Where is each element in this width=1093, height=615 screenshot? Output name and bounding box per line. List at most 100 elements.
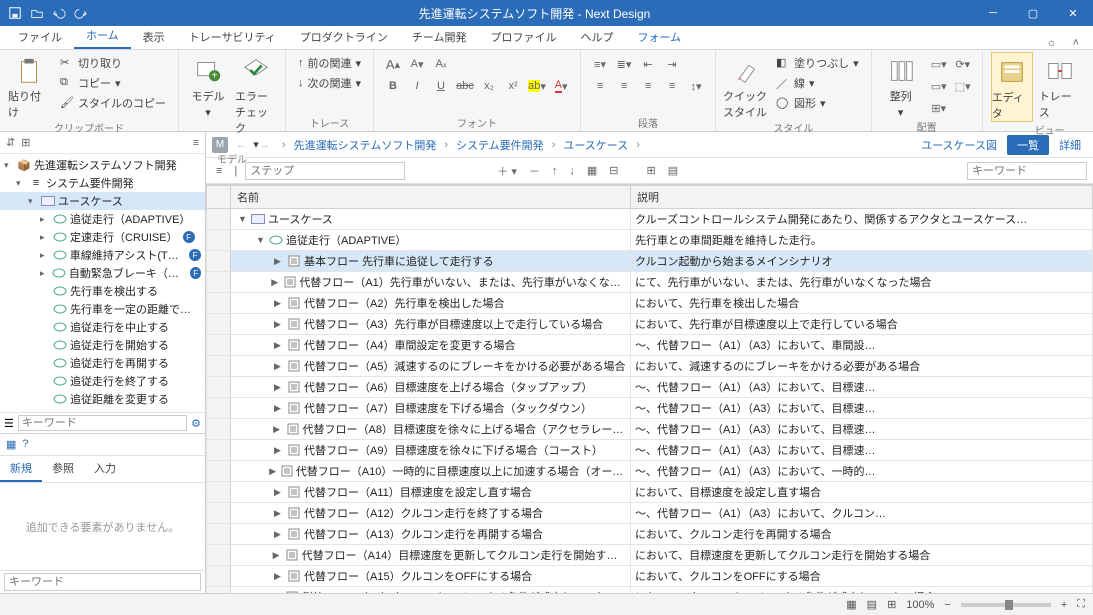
align-right-button[interactable]: ≡: [637, 76, 659, 96]
row-handle[interactable]: [207, 272, 231, 293]
bottom-keyword-input[interactable]: [4, 573, 201, 591]
tree-root[interactable]: ▾📦先進運転システムソフト開発: [0, 156, 205, 174]
open-icon[interactable]: [30, 6, 44, 20]
numbering-button[interactable]: ≣▾: [613, 54, 635, 74]
tab-profile[interactable]: プロファイル: [478, 25, 568, 49]
view-list-pill[interactable]: 一覧: [1007, 135, 1049, 155]
tab-home[interactable]: ホーム: [74, 23, 131, 49]
clear-format-button[interactable]: Aₓ: [430, 54, 452, 74]
table-row[interactable]: ▼ユースケース クルーズコントロールシステム開発にあたり、関係するアクタとユース…: [207, 209, 1093, 230]
table-row[interactable]: ▶基本フロー 先行車に追従して走行する クルコン起動から始まるメインシナリオ: [207, 251, 1093, 272]
table-row[interactable]: ▶代替フロー（A7）目標速度を下げる場合（タックダウン） ～、代替フロー（A1）…: [207, 398, 1093, 419]
table-row[interactable]: ▶代替フロー（A10）一時的に目標速度以上に加速する場合（オーバーライド） ～、…: [207, 461, 1093, 482]
tree-item[interactable]: 先行車を一定の距離で追従する: [0, 300, 205, 318]
twisty-icon[interactable]: ▶: [274, 256, 284, 267]
prev-rel-button[interactable]: ↑ 前の関連 ▾: [294, 54, 365, 72]
twisty-icon[interactable]: ▶: [274, 382, 284, 393]
rotate-button[interactable]: ⟳▾: [952, 54, 974, 74]
size-button[interactable]: ⬚▾: [952, 76, 974, 96]
tab-help[interactable]: ヘルプ: [568, 25, 625, 49]
search-config-icon[interactable]: ⚙: [191, 417, 201, 430]
twisty-icon[interactable]: ▶: [274, 340, 284, 351]
shrink-font-button[interactable]: A▾: [406, 54, 428, 74]
row-handle[interactable]: [207, 335, 231, 356]
table-row[interactable]: ▶代替フロー（A11）目標速度を設定し直す場合 において、目標速度を設定し直す場…: [207, 482, 1093, 503]
tree-node[interactable]: ▾≡システム要件開発: [0, 174, 205, 192]
table-row[interactable]: ▶代替フロー（A14）目標速度を更新してクルコン走行を開始する場合 において、目…: [207, 545, 1093, 566]
step-input[interactable]: [245, 162, 405, 180]
arrange-button[interactable]: 整列▾: [880, 52, 922, 119]
row-handle[interactable]: [207, 440, 231, 461]
next-rel-button[interactable]: ↓ 次の関連 ▾: [294, 74, 365, 92]
table-row[interactable]: ▶代替フロー（A3）先行車が目標速度以上で走行している場合 において、先行車が目…: [207, 314, 1093, 335]
tab-view[interactable]: 表示: [131, 25, 177, 49]
font-color-button[interactable]: A▾: [550, 76, 572, 96]
zoom-slider[interactable]: [961, 603, 1051, 607]
table-row[interactable]: ▶代替フロー（A4）車間設定を変更する場合 ～、代替フロー（A1）（A3）におい…: [207, 335, 1093, 356]
panel-icon[interactable]: ▦: [6, 438, 16, 451]
tree-item[interactable]: ▸定速走行（CRUISE）F: [0, 228, 205, 246]
trace-view-button[interactable]: トレース: [1039, 52, 1081, 120]
col-name[interactable]: 名前: [231, 186, 631, 209]
view-opt2-button[interactable]: ⊞: [1087, 76, 1093, 96]
row-handle[interactable]: [207, 293, 231, 314]
subscript-button[interactable]: x₂: [478, 76, 500, 96]
shape-button[interactable]: ◯図形 ▾: [772, 94, 863, 112]
tree-item[interactable]: 追従走行を中止する: [0, 318, 205, 336]
tree-item[interactable]: 追従距離を変更する: [0, 390, 205, 408]
nav-back-icon[interactable]: ←: [232, 139, 251, 151]
view-mode-icon[interactable]: ▦: [846, 598, 856, 611]
twisty-icon[interactable]: ▼: [238, 214, 248, 224]
move-up-icon[interactable]: ↑: [548, 165, 562, 177]
tab-ref[interactable]: 参照: [42, 456, 84, 482]
table-row[interactable]: ▶代替フロー（A5）減速するのにブレーキをかける必要がある場合 において、減速す…: [207, 356, 1093, 377]
twisty-icon[interactable]: ▶: [273, 424, 283, 435]
table-row[interactable]: ▶代替フロー（A9）目標速度を徐々に下げる場合（コースト） ～、代替フロー（A1…: [207, 440, 1093, 461]
tree-item[interactable]: 追従走行を再開する: [0, 354, 205, 372]
twisty-icon[interactable]: ▶: [274, 298, 284, 309]
tree-search-input[interactable]: [18, 415, 187, 431]
grow-font-button[interactable]: A▴: [382, 54, 404, 74]
twisty-icon[interactable]: ▶: [274, 571, 284, 582]
strike-button[interactable]: abc: [454, 76, 476, 96]
tab-file[interactable]: ファイル: [6, 25, 74, 49]
tree-tool-icon[interactable]: ≡: [193, 137, 199, 149]
maximize-button[interactable]: ▢: [1013, 0, 1053, 26]
row-handle[interactable]: [207, 524, 231, 545]
tree-node-usecase[interactable]: ▾ユースケース: [0, 192, 205, 210]
line-button[interactable]: ／線 ▾: [772, 74, 863, 92]
bold-button[interactable]: B: [382, 76, 404, 96]
help-icon[interactable]: ?: [22, 438, 28, 451]
tree-item[interactable]: ▸車線維持アシスト(TBD)F: [0, 246, 205, 264]
superscript-button[interactable]: x²: [502, 76, 524, 96]
row-handle[interactable]: [207, 398, 231, 419]
twisty-icon[interactable]: ▶: [274, 487, 284, 498]
twisty-icon[interactable]: ▶: [273, 550, 283, 561]
view-opt1-button[interactable]: ☑: [1087, 54, 1093, 74]
bring-front-button[interactable]: ▭▾: [928, 54, 950, 74]
cut-button[interactable]: ✂切り取り: [56, 54, 170, 72]
crumb[interactable]: ユースケース: [563, 137, 628, 153]
align-center-button[interactable]: ≡: [613, 76, 635, 96]
ribbon-settings-icon[interactable]: ☼: [1038, 37, 1064, 49]
align-left-button[interactable]: ≡: [589, 76, 611, 96]
tree-item[interactable]: 先行車を検出する: [0, 282, 205, 300]
col-desc[interactable]: 説明: [631, 186, 1093, 209]
row-handle[interactable]: [207, 356, 231, 377]
twisty-icon[interactable]: ▶: [274, 508, 284, 519]
row-handle[interactable]: [207, 566, 231, 587]
crumb[interactable]: システム要件開発: [456, 137, 544, 153]
save-icon[interactable]: [8, 6, 22, 20]
twisty-icon[interactable]: ▶: [274, 361, 284, 372]
view-mode-icon[interactable]: ⊞: [887, 598, 896, 611]
nav-fwd-icon[interactable]: →: [255, 139, 274, 151]
tab-traceability[interactable]: トレーサビリティ: [177, 25, 288, 49]
minimize-button[interactable]: ─: [973, 0, 1013, 26]
italic-button[interactable]: I: [406, 76, 428, 96]
twisty-icon[interactable]: ▶: [274, 445, 284, 456]
row-handle[interactable]: [207, 209, 231, 230]
zoom-out-button[interactable]: −: [944, 599, 950, 611]
twisty-icon[interactable]: ▶: [274, 529, 284, 540]
tab-form[interactable]: フォーム: [625, 25, 693, 49]
editor-view-button[interactable]: エディタ: [991, 52, 1033, 122]
